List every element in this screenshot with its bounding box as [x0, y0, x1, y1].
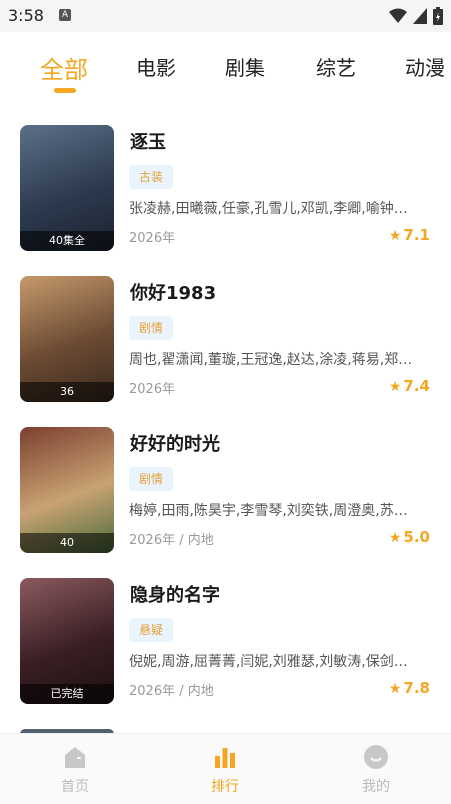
cast-text: 张凌赫,田曦薇,任豪,孔雪儿,邓凯,李卿,喻钟…: [129, 201, 408, 217]
rating: ★ 7.8: [388, 679, 430, 697]
episode-badge: 40集全: [20, 231, 114, 251]
notification-icon: A: [59, 9, 71, 21]
rating: ★ 7.1: [388, 226, 430, 244]
bottom-navigation: 首页 排行 我的: [0, 733, 451, 804]
episode-badge: 已完结: [20, 684, 114, 704]
star-icon: ★: [388, 379, 402, 395]
ranking-icon: [215, 748, 235, 768]
genre-tag: 古装: [129, 165, 174, 189]
nav-ranking[interactable]: 排行: [175, 734, 275, 804]
cast-text: 周也,翟潇闻,董璇,王冠逸,赵达,涂凌,蒋易,郑…: [129, 352, 413, 368]
tab-all[interactable]: 全部: [40, 50, 88, 85]
nav-home-label: 首页: [61, 779, 89, 795]
star-icon: ★: [388, 530, 402, 546]
status-bar: 3:58 A: [0, 0, 451, 32]
rating: ★ 5.0: [388, 528, 430, 546]
signal-icon: [413, 8, 427, 24]
item-title: 隐身的名字: [130, 585, 220, 606]
year-region: 2026年: [129, 231, 176, 246]
nav-home[interactable]: 首页: [25, 734, 125, 804]
poster-image: 36: [20, 276, 114, 402]
tab-movie[interactable]: 电影: [136, 52, 176, 81]
home-icon: [65, 747, 85, 768]
list-item-partial[interactable]: [0, 714, 451, 739]
item-title: 你好1983: [130, 283, 217, 304]
category-tabs: 全部 电影 剧集 综艺 动漫: [20, 38, 451, 98]
rating: ★ 7.4: [388, 377, 430, 395]
tab-variety[interactable]: 综艺: [316, 52, 356, 81]
active-tab-indicator: [54, 88, 76, 93]
item-title: 好好的时光: [130, 434, 220, 455]
year-region: 2026年: [129, 382, 176, 397]
episode-badge: 40: [20, 533, 114, 553]
list-item[interactable]: 40 好好的时光 剧情 梅婷,田雨,陈昊宇,李雪琴,刘奕铁,周澄奥,苏… 202…: [0, 412, 451, 553]
cast-text: 梅婷,田雨,陈昊宇,李雪琴,刘奕铁,周澄奥,苏…: [129, 503, 408, 519]
list-item[interactable]: 36 你好1983 剧情 周也,翟潇闻,董璇,王冠逸,赵达,涂凌,蒋易,郑… 2…: [0, 261, 451, 402]
wifi-icon: [389, 8, 407, 23]
battery-icon: [433, 7, 443, 25]
year-region: 2026年 / 内地: [129, 533, 214, 548]
tab-series[interactable]: 剧集: [225, 52, 265, 81]
profile-icon: [364, 745, 388, 769]
poster-image: 40集全: [20, 125, 114, 251]
genre-tag: 剧情: [129, 467, 174, 491]
genre-tag: 剧情: [129, 316, 174, 340]
list-item[interactable]: 40集全 逐玉 古装 张凌赫,田曦薇,任豪,孔雪儿,邓凯,李卿,喻钟… 2026…: [0, 110, 451, 251]
cast-text: 倪妮,周游,屈菁菁,闫妮,刘雅瑟,刘敏涛,保剑…: [129, 654, 408, 670]
star-icon: ★: [388, 681, 402, 697]
nav-ranking-label: 排行: [211, 779, 239, 795]
item-title: 逐玉: [130, 132, 166, 153]
star-icon: ★: [388, 228, 402, 244]
nav-profile-label: 我的: [362, 779, 390, 795]
tab-anime[interactable]: 动漫: [405, 52, 445, 81]
status-time: 3:58: [8, 6, 44, 25]
status-icons: [389, 7, 443, 25]
poster-image: 40: [20, 427, 114, 553]
poster-image: 已完结: [20, 578, 114, 704]
year-region: 2026年 / 内地: [129, 684, 214, 699]
list-item[interactable]: 已完结 隐身的名字 悬疑 倪妮,周游,屈菁菁,闫妮,刘雅瑟,刘敏涛,保剑… 20…: [0, 563, 451, 704]
genre-tag: 悬疑: [129, 618, 174, 642]
nav-profile[interactable]: 我的: [326, 734, 426, 804]
episode-badge: 36: [20, 382, 114, 402]
